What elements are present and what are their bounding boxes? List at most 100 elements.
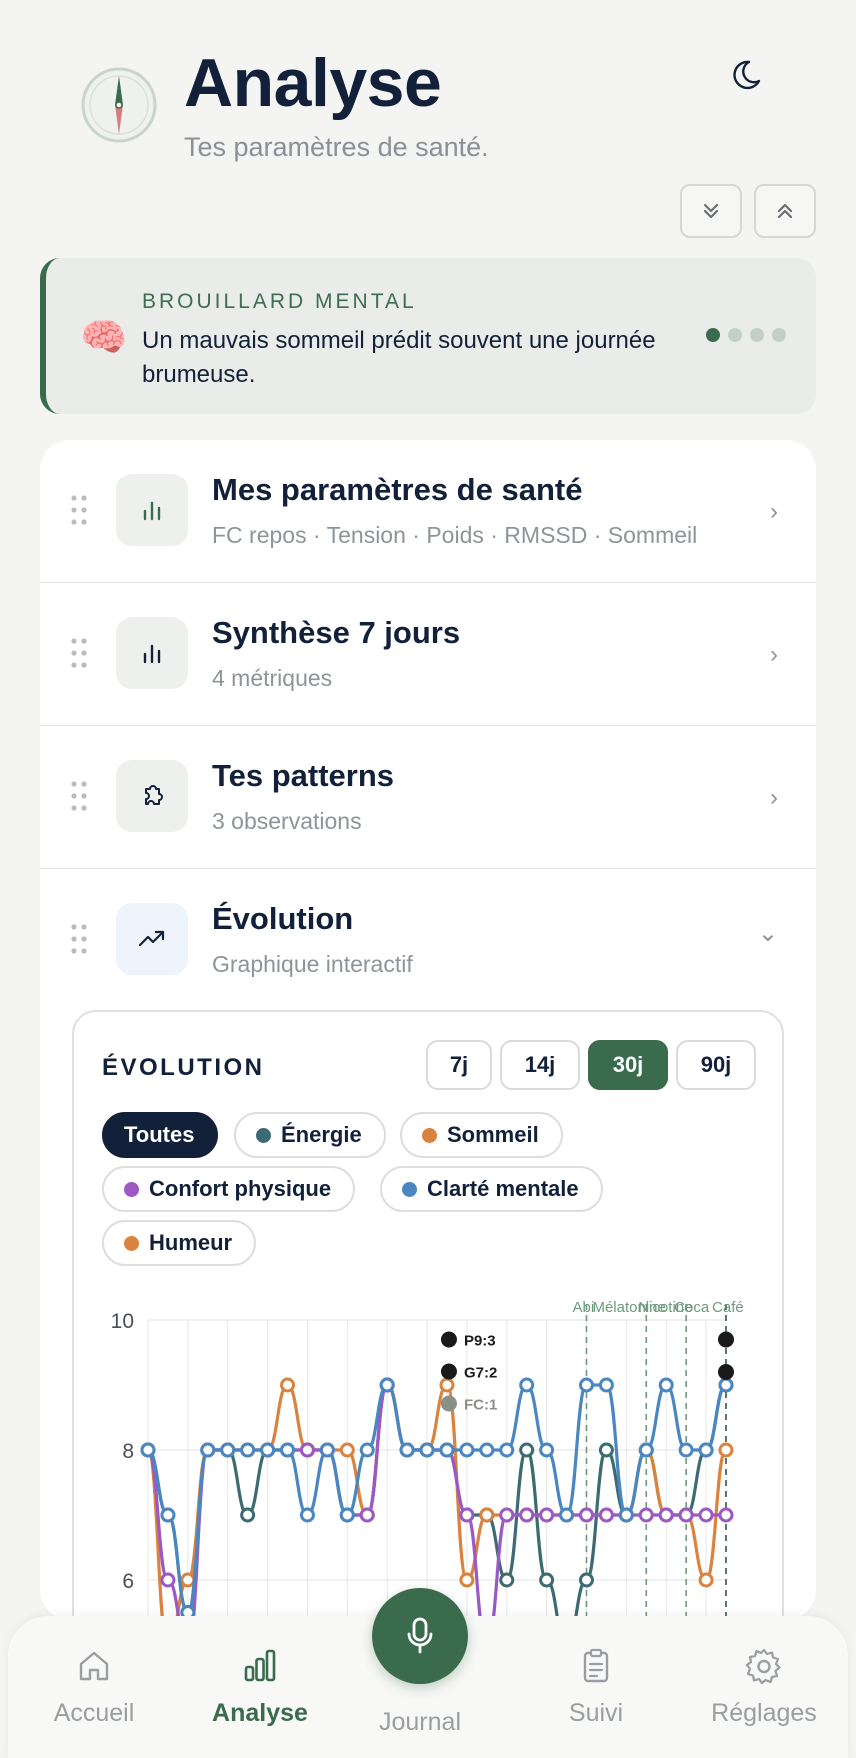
data-point [359,1442,375,1458]
nav-label: Accueil [53,1699,135,1727]
data-point [459,1572,475,1588]
bar-chart-icon [143,501,161,521]
nav-item-accueil[interactable]: Accueil [24,1646,164,1728]
filter-chip-label: Humeur [149,1230,233,1255]
data-point [598,1507,614,1523]
data-point [519,1377,535,1393]
data-point [559,1507,575,1523]
page-header: Analyse Tes paramètres de santé. [0,0,856,250]
filter-chip-label: Sommeil [447,1122,539,1147]
analytics-icon [244,1649,276,1682]
event-label: Café [712,1299,744,1316]
drag-handle-icon[interactable] [70,923,88,955]
chevron-down-icon: ⌄ [757,920,778,947]
event-label: Coca [674,1299,710,1316]
pagination-dot[interactable] [706,328,720,342]
filter-chip-label: Clarté mentale [427,1176,579,1201]
data-point [678,1507,694,1523]
moon-icon[interactable] [732,54,772,94]
section-patterns[interactable]: Tes patterns 3 observations › [40,726,816,869]
range-14j-button[interactable]: 14j [500,1040,580,1090]
data-point [280,1377,296,1393]
pagination-dot[interactable] [750,328,764,342]
nav-label: Réglages [711,1699,817,1727]
filter-chip-sommeil[interactable]: Sommeil [400,1112,563,1158]
filter-chip-confort[interactable]: Confort physique [102,1166,356,1212]
page-subtitle: Tes paramètres de santé. [184,132,489,162]
expand-all-icon [777,203,793,219]
data-point [160,1507,176,1523]
data-point [499,1507,515,1523]
pagination-dot[interactable] [772,328,786,342]
data-point [299,1507,315,1523]
data-point [718,1507,734,1523]
data-point [519,1507,535,1523]
series-color-dot [256,1127,271,1143]
data-point [419,1442,435,1458]
data-point [499,1442,515,1458]
expand-all-button[interactable] [754,184,816,238]
data-point [319,1442,335,1458]
home-icon [79,1651,109,1681]
data-point [459,1507,475,1523]
range-90j-button[interactable]: 90j [676,1040,756,1090]
insight-kicker: BROUILLARD MENTAL [142,290,417,313]
insight-pagination[interactable] [706,328,786,342]
data-point [658,1377,674,1393]
section-evolution[interactable]: Évolution Graphique interactif ⌄ [40,869,816,1012]
nav-item-analyse[interactable]: Analyse [190,1646,330,1728]
filter-chip-clarte[interactable]: Clarté mentale [380,1166,603,1212]
annotation-label: P9:3 [464,1333,496,1350]
data-point [439,1442,455,1458]
journal-mic-button[interactable] [372,1588,468,1684]
sections-list: Mes paramètres de santé FC repos · Tensi… [40,440,816,1620]
filter-chip-all[interactable]: Toutes [102,1112,219,1158]
section-title: Tes patterns [212,758,395,793]
data-point [260,1442,276,1458]
settings-icon [745,1648,781,1685]
section-icon-box [116,903,188,975]
section-weekly-summary[interactable]: Synthèse 7 jours 4 métriques › [40,583,816,726]
section-icon-box [116,474,188,546]
data-point [499,1572,515,1588]
data-point [339,1507,355,1523]
drag-handle-icon[interactable] [70,780,88,812]
data-point [598,1442,614,1458]
pagination-dot[interactable] [728,328,742,342]
range-7j-button[interactable]: 7j [426,1040,492,1090]
drag-handle-icon[interactable] [70,494,88,526]
event-dot [718,1364,734,1380]
filter-chip-energie[interactable]: Énergie [234,1112,386,1158]
nav-item-suivi[interactable]: Suivi [526,1646,666,1728]
evolution-line-chart[interactable]: 1086AbiMélatonineNicotineCoca CaféP9:3G7:… [74,1268,782,1620]
nav-item-reglages[interactable]: Réglages [694,1646,834,1728]
y-tick-label: 6 [122,1570,134,1593]
puzzle-icon [145,785,163,805]
section-subtitle: 3 observations [212,808,362,834]
insight-card[interactable]: 🧠 BROUILLARD MENTAL Un mauvais sommeil p… [40,258,816,414]
y-tick-label: 10 [111,1310,134,1333]
filter-chip-label: Confort physique [149,1176,332,1201]
filter-chip-humeur[interactable]: Humeur [102,1220,257,1266]
data-point [479,1442,495,1458]
data-point [220,1442,236,1458]
chevron-right-icon: › [770,498,778,525]
range-30j-button[interactable]: 30j [588,1040,668,1090]
data-point [618,1507,634,1523]
section-icon-box [116,617,188,689]
series-color-dot [124,1181,139,1197]
data-point [359,1507,375,1523]
drag-handle-icon[interactable] [70,637,88,669]
y-tick-label: 8 [122,1440,134,1463]
nav-label-journal[interactable]: Journal [350,1708,490,1737]
data-point [379,1377,395,1393]
chart-card-title: ÉVOLUTION [102,1054,265,1081]
section-subtitle: FC repos · Tension · Poids · RMSSD · Som… [212,522,698,548]
chevron-right-icon: › [770,641,778,668]
data-point [539,1442,555,1458]
data-point [638,1442,654,1458]
annotation-label: G7:2 [464,1365,497,1382]
section-health-params[interactable]: Mes paramètres de santé FC repos · Tensi… [40,440,816,583]
collapse-all-button[interactable] [680,184,742,238]
data-point [339,1442,355,1458]
